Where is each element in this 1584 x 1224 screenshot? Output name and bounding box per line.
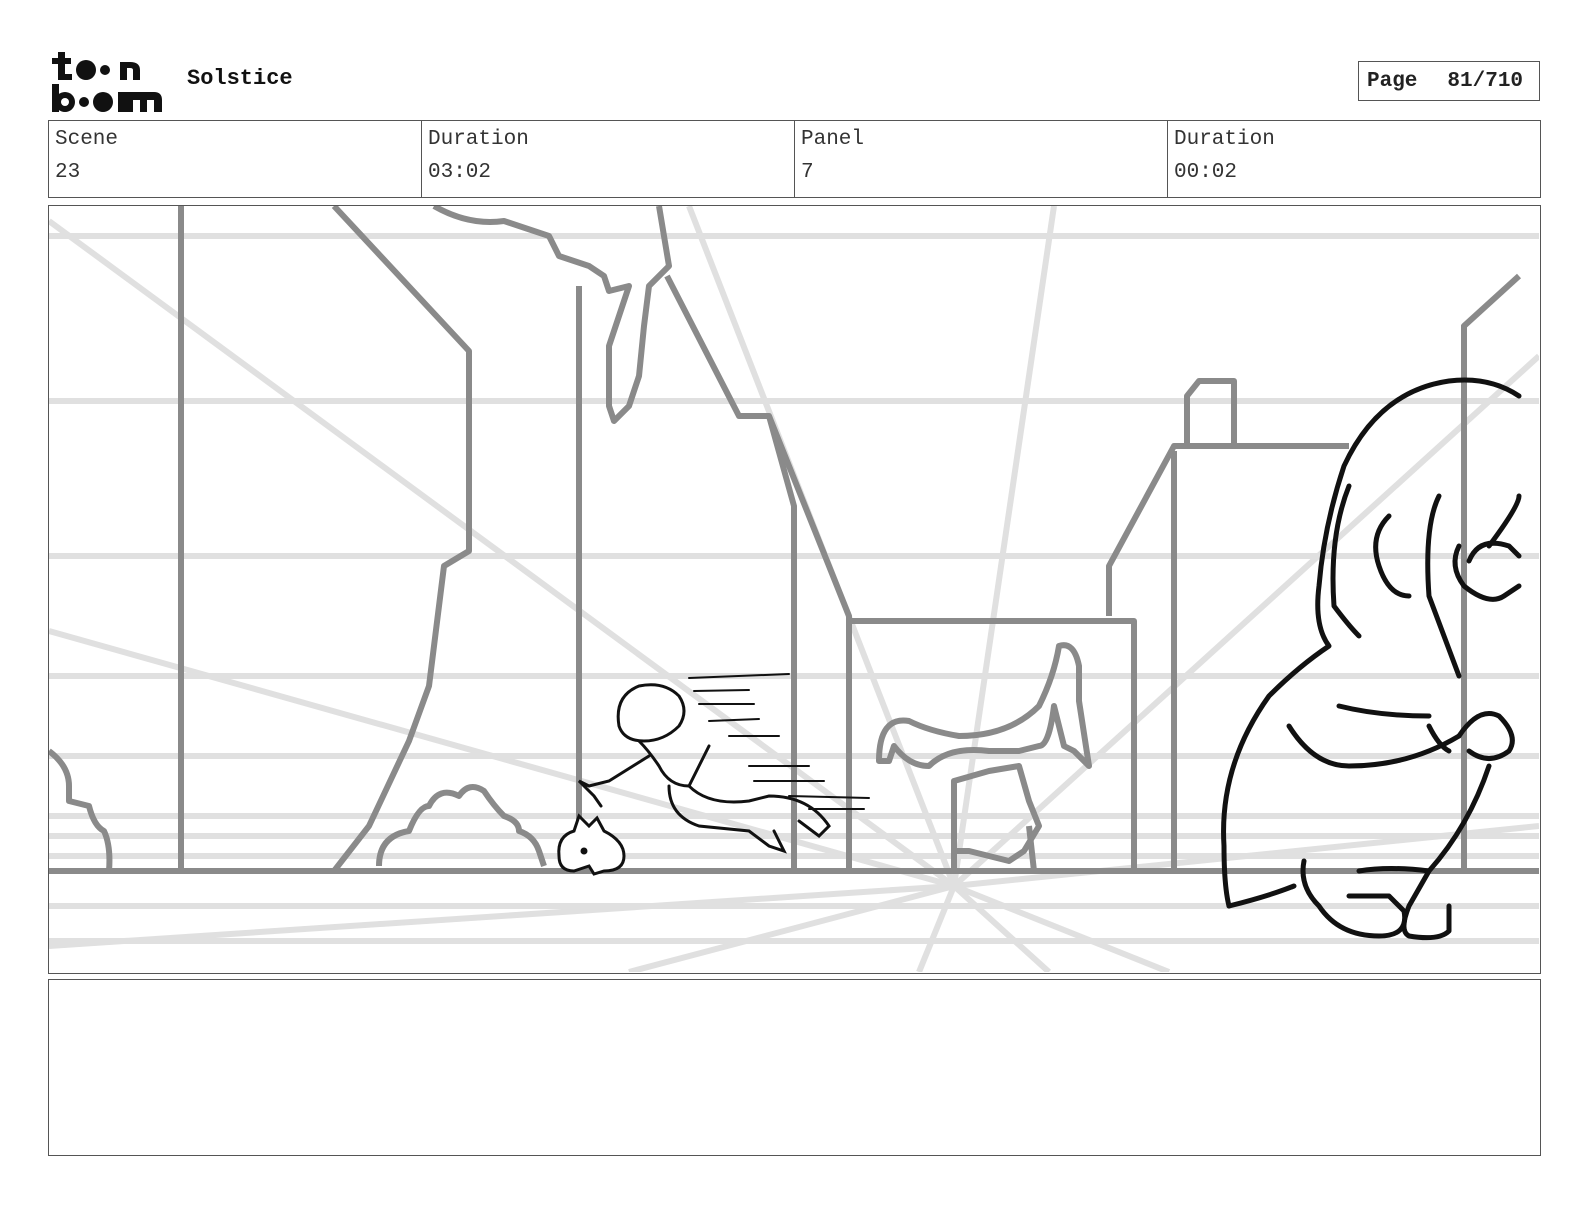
scene-duration-label: Duration	[428, 128, 529, 151]
bunny	[557, 813, 626, 876]
panel-duration-cell: Duration 00:02	[1168, 121, 1540, 197]
panel-duration-value: 00:02	[1174, 161, 1238, 184]
page-indicator: Page 81/710	[1358, 61, 1540, 101]
toonboom-logo	[50, 50, 165, 114]
panel-value: 7	[801, 161, 814, 184]
scene-info-table: Scene 23 Duration 03:02 Panel 7 Duration…	[48, 120, 1541, 198]
storyboard-sketch	[49, 206, 1539, 972]
scene-duration-cell: Duration 03:02	[422, 121, 795, 197]
scene-cell: Scene 23	[49, 121, 422, 197]
panel-notes	[48, 979, 1541, 1156]
panel-cell: Panel 7	[795, 121, 1168, 197]
panel-label: Panel	[801, 128, 865, 151]
project-title: Solstice	[187, 66, 293, 91]
running-character	[577, 673, 870, 854]
storyboard-panel	[48, 205, 1541, 974]
ruined-buildings	[49, 206, 1539, 874]
scene-duration-value: 03:02	[428, 161, 492, 184]
scene-value: 23	[55, 161, 81, 184]
page-label: Page	[1367, 69, 1418, 93]
scene-label: Scene	[55, 128, 119, 151]
panel-duration-label: Duration	[1174, 128, 1275, 151]
page-number: 81/710	[1447, 69, 1524, 93]
